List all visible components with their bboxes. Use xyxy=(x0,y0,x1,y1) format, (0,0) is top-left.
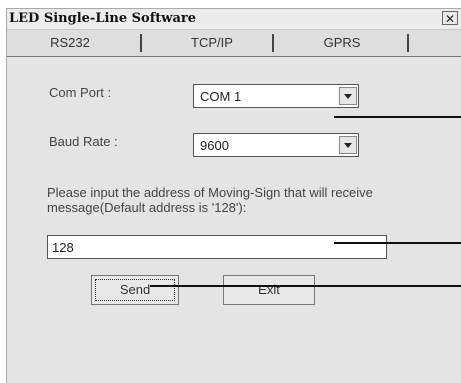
title-bar[interactable]: LED Single-Line Software ✕ xyxy=(7,9,461,30)
tab-tcpip[interactable]: TCP/IP xyxy=(167,32,257,54)
window-title: LED Single-Line Software xyxy=(9,11,197,26)
address-prompt-line2: message(Default address is '128'): xyxy=(47,200,247,215)
com-port-select[interactable]: COM 1 xyxy=(193,84,359,108)
callout-line xyxy=(334,242,461,244)
close-button[interactable]: ✕ xyxy=(442,11,458,26)
baud-rate-value: 9600 xyxy=(200,138,229,153)
tab-gprs[interactable]: GPRS xyxy=(307,32,377,54)
dropdown-arrow-icon[interactable] xyxy=(339,136,357,154)
exit-button[interactable]: Exit xyxy=(223,275,315,305)
callout-line xyxy=(334,116,461,118)
callout-line xyxy=(150,285,461,287)
baud-rate-label: Baud Rate : xyxy=(49,134,118,149)
com-port-label: Com Port : xyxy=(49,85,112,100)
tab-divider xyxy=(407,34,409,52)
tab-bar: RS232 TCP/IP GPRS xyxy=(7,30,461,57)
dropdown-arrow-icon[interactable] xyxy=(339,87,357,105)
address-prompt-line1: Please input the address of Moving-Sign … xyxy=(47,185,373,200)
tab-rs232[interactable]: RS232 xyxy=(35,32,105,54)
baud-rate-select[interactable]: 9600 xyxy=(193,133,359,157)
address-input[interactable]: 128 xyxy=(47,235,387,259)
com-port-value: COM 1 xyxy=(200,89,242,104)
send-button[interactable]: Send xyxy=(91,275,179,305)
focus-ring xyxy=(95,279,175,301)
dialog-window: LED Single-Line Software ✕ RS232 TCP/IP … xyxy=(6,8,461,383)
close-icon: ✕ xyxy=(444,12,456,26)
tab-divider xyxy=(140,34,142,52)
tab-divider xyxy=(272,34,274,52)
address-value: 128 xyxy=(52,240,74,255)
